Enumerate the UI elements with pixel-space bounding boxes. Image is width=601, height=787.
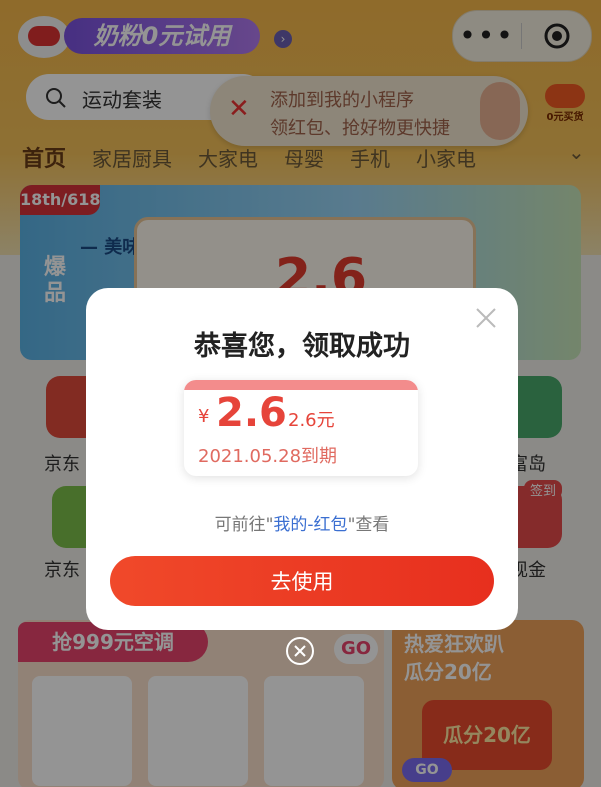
coupon-amount-text: 2.6元 <box>288 410 335 431</box>
red-packet-coupon: ¥ 2.6 2.6元 2021.05.28到期 <box>184 380 418 476</box>
hint-suffix: "查看 <box>347 515 390 535</box>
coupon-expiry: 2021.05.28到期 <box>198 446 338 467</box>
close-circle-icon[interactable] <box>285 636 315 666</box>
view-hint: 可前往"我的-红包"查看 <box>86 510 518 535</box>
dialog-title: 恭喜您，领取成功 <box>194 331 410 362</box>
coupon-top-strip <box>184 380 418 390</box>
coupon-amount: 2.6 <box>216 390 287 436</box>
red-packet-success-dialog: 恭喜您，领取成功 ¥ 2.6 2.6元 2021.05.28到期 可前往"我的-… <box>86 288 518 630</box>
use-now-button[interactable]: 去使用 <box>110 556 494 606</box>
my-red-packet-link[interactable]: 我的-红包 <box>273 515 347 535</box>
currency-symbol: ¥ <box>198 406 210 427</box>
hint-prefix: 可前往" <box>214 515 274 535</box>
